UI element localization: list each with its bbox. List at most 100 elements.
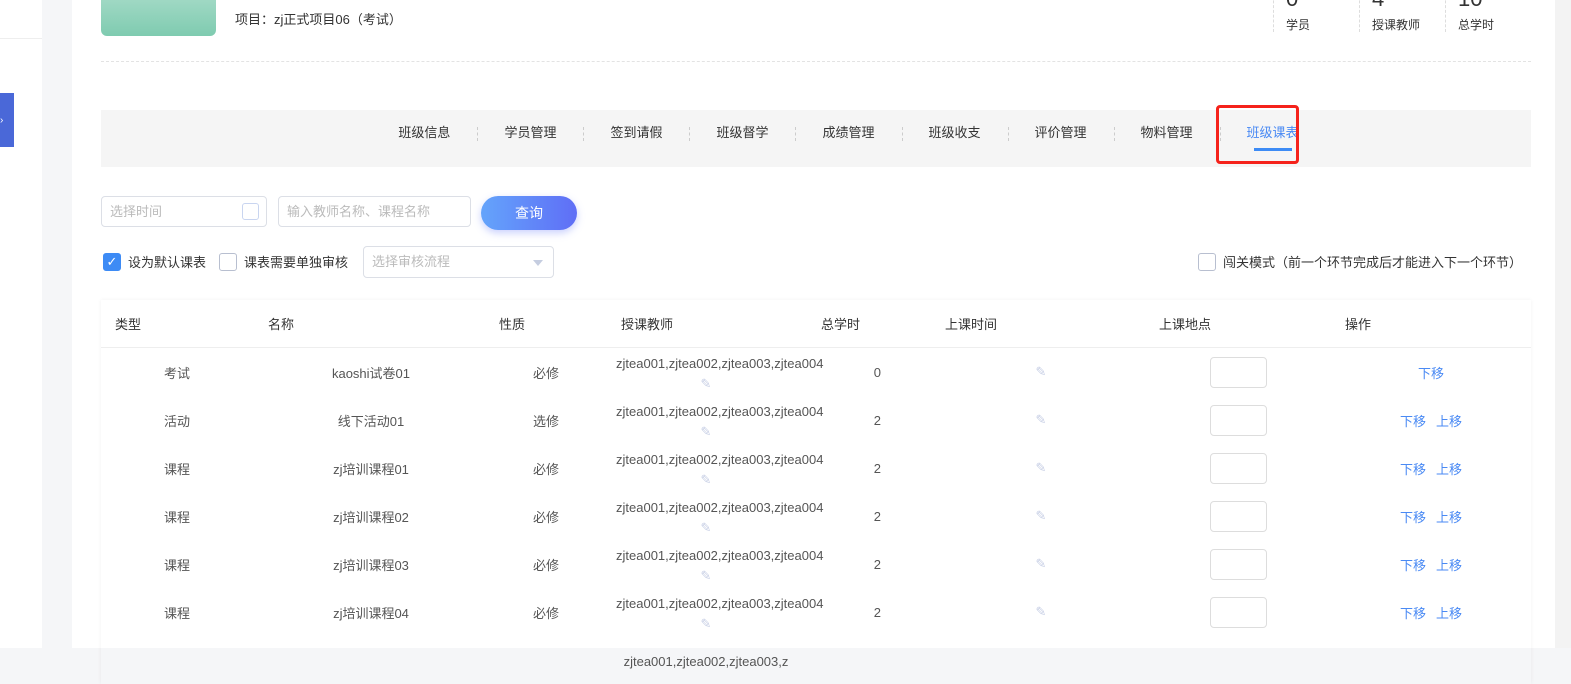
cell-teacher: zjtea001,zjtea002,zjtea003,zjtea004 ✎	[616, 492, 823, 540]
scrollbar[interactable]	[1555, 0, 1571, 648]
need-audit-checkbox[interactable]: 课表需要单独审核	[219, 252, 348, 271]
teacher-names: zjtea001,zjtea002,zjtea003,zjtea004	[616, 356, 824, 371]
move-down-link[interactable]: 下移	[1400, 459, 1426, 478]
query-button[interactable]: 查询	[481, 196, 577, 230]
location-input[interactable]	[1210, 356, 1267, 388]
location-input[interactable]	[1210, 500, 1267, 532]
tab-5[interactable]: 班级收支	[901, 110, 1008, 167]
checkmark-icon: ✓	[103, 252, 121, 271]
checkbox-box	[219, 252, 237, 271]
move-down-link[interactable]: 下移	[1400, 555, 1426, 574]
cell-actions: 下移 上移	[1361, 396, 1501, 444]
cell-location	[1210, 348, 1267, 396]
edit-teacher-icon[interactable]: ✎	[701, 568, 712, 583]
move-down-link[interactable]: 下移	[1400, 603, 1426, 622]
column-header: 操作	[1345, 317, 1372, 332]
cell-type: 课程	[163, 509, 190, 525]
edit-time-icon[interactable]: ✎	[1026, 396, 1056, 444]
audit-flow-select[interactable]: 选择审核流程	[363, 246, 554, 278]
move-up-link[interactable]: 上移	[1436, 411, 1462, 430]
divider	[0, 38, 42, 39]
cell-location	[1210, 444, 1267, 492]
edit-teacher-icon[interactable]: ✎	[701, 616, 712, 631]
cell-name: kaoshi试卷01	[331, 365, 411, 381]
search-input[interactable]: 输入教师名称、课程名称	[278, 196, 471, 227]
table-row: 课程 zj培训课程01 必修 zjtea001,zjtea002,zjtea003,z…	[101, 444, 1531, 492]
table-row: 考试 kaoshi试卷01 必修 zjtea001,zjtea002,zjtea003…	[101, 348, 1531, 396]
cell-nature: 必修	[532, 509, 559, 525]
expand-sidebar-button[interactable]: ›	[0, 93, 14, 147]
column-header: 上课地点	[1159, 317, 1212, 332]
location-input[interactable]	[1210, 596, 1267, 628]
schedule-table: 类型 名称 性质 授课教师 总学时 上课时间 上课地点 操作 考试 kaoshi试卷01 必修 zj…	[101, 300, 1531, 684]
checkbox-label: 设为默认课表	[128, 255, 207, 270]
stat-2: 10 总学时	[1445, 0, 1531, 32]
cell-nature: 必修	[532, 557, 559, 573]
move-down-link[interactable]: 下移	[1418, 363, 1444, 382]
stat-value: 10	[1458, 0, 1519, 12]
cell-nature: 必修	[532, 365, 559, 381]
table-header: 类型 名称 性质 授课教师 总学时 上课时间 上课地点 操作	[101, 300, 1531, 348]
location-input[interactable]	[1210, 404, 1267, 436]
checkbox-box	[1198, 252, 1216, 271]
edit-time-icon[interactable]: ✎	[1026, 492, 1056, 540]
tab-1[interactable]: 学员管理	[477, 110, 583, 167]
checkbox-label: 闯关模式（前一个环节完成后才能进入下一个环节）	[1223, 255, 1523, 270]
move-down-link[interactable]: 下移	[1400, 411, 1426, 430]
teacher-names: zjtea001,zjtea002,zjtea003,zjtea004	[616, 596, 824, 611]
default-schedule-checkbox[interactable]: ✓ 设为默认课表	[103, 252, 206, 271]
class-cover-image	[101, 0, 216, 36]
tab-0[interactable]: 班级信息	[371, 110, 477, 167]
location-input[interactable]	[1210, 548, 1267, 580]
tab-7[interactable]: 物料管理	[1113, 110, 1220, 167]
move-up-link[interactable]: 上移	[1436, 555, 1462, 574]
highlight-box	[1216, 105, 1299, 164]
edit-teacher-icon[interactable]: ✎	[701, 472, 712, 487]
cell-location	[1210, 396, 1267, 444]
cell-name: 线下活动01	[337, 413, 405, 429]
cell-nature: 选修	[532, 413, 559, 429]
cell-nature: 必修	[532, 605, 559, 621]
teacher-wrap: zjtea001,zjtea002,zjtea003,zjtea004 ✎	[616, 542, 823, 586]
move-up-link[interactable]: 上移	[1436, 507, 1462, 526]
edit-teacher-icon[interactable]: ✎	[701, 424, 712, 439]
tab-4[interactable]: 成绩管理	[795, 110, 901, 167]
cell-type: 课程	[163, 557, 190, 573]
cell-name: zj培训课程01	[333, 461, 409, 477]
cell-type: 课程	[163, 461, 190, 477]
stat-value: 0	[1286, 0, 1347, 12]
tab-bar: 班级信息 学员管理 签到请假 班级督学 成绩管理 班级收支 评价管理 物料管理 班级课表	[101, 110, 1531, 167]
cell-teacher: zjtea001,zjtea002,zjtea003,zjtea004 ✎	[616, 444, 823, 492]
teacher-names: zjtea001,zjtea002,zjtea003,z	[623, 654, 789, 669]
edit-time-icon[interactable]: ✎	[1026, 444, 1056, 492]
left-sidebar: ›	[0, 0, 42, 648]
edit-teacher-icon[interactable]: ✎	[701, 520, 712, 535]
cell-hours: 2	[873, 412, 881, 428]
move-up-link[interactable]: 上移	[1436, 603, 1462, 622]
cell-name	[291, 636, 451, 684]
tab-6[interactable]: 评价管理	[1007, 110, 1114, 167]
column-header: 授课教师	[621, 317, 674, 332]
time-picker[interactable]: 选择时间	[101, 196, 267, 227]
teacher-wrap: zjtea001,zjtea002,zjtea003,zjtea004 ✎	[616, 350, 823, 394]
location-input[interactable]	[1210, 452, 1267, 484]
cell-location	[1210, 588, 1267, 636]
cell-type: 考试	[163, 365, 190, 381]
edit-time-icon[interactable]: ✎	[1026, 540, 1056, 588]
stat-label: 学员	[1286, 18, 1311, 32]
teacher-names: zjtea001,zjtea002,zjtea003,zjtea004	[616, 404, 824, 419]
tab-3[interactable]: 班级督学	[689, 110, 795, 167]
move-down-link[interactable]: 下移	[1400, 507, 1426, 526]
edit-time-icon[interactable]: ✎	[1026, 348, 1056, 396]
column-header: 总学时	[821, 317, 861, 332]
tab-2[interactable]: 签到请假	[583, 110, 689, 167]
level-mode-checkbox[interactable]: 闯关模式（前一个环节完成后才能进入下一个环节）	[1198, 252, 1522, 271]
table-row: 课程 zj培训课程03 必修 zjtea001,zjtea002,zjtea003,z…	[101, 540, 1531, 588]
edit-time-icon[interactable]: ✎	[1026, 588, 1056, 636]
table-row: zjtea001,zjtea002,zjtea003,z	[101, 636, 1531, 684]
select-placeholder: 选择审核流程	[372, 254, 451, 269]
move-up-link[interactable]: 上移	[1436, 459, 1462, 478]
table-row: 活动 线下活动01 选修 zjtea001,zjtea002,zjtea003,zjt…	[101, 396, 1531, 444]
edit-teacher-icon[interactable]: ✎	[701, 376, 712, 391]
column-header: 类型	[115, 317, 142, 332]
